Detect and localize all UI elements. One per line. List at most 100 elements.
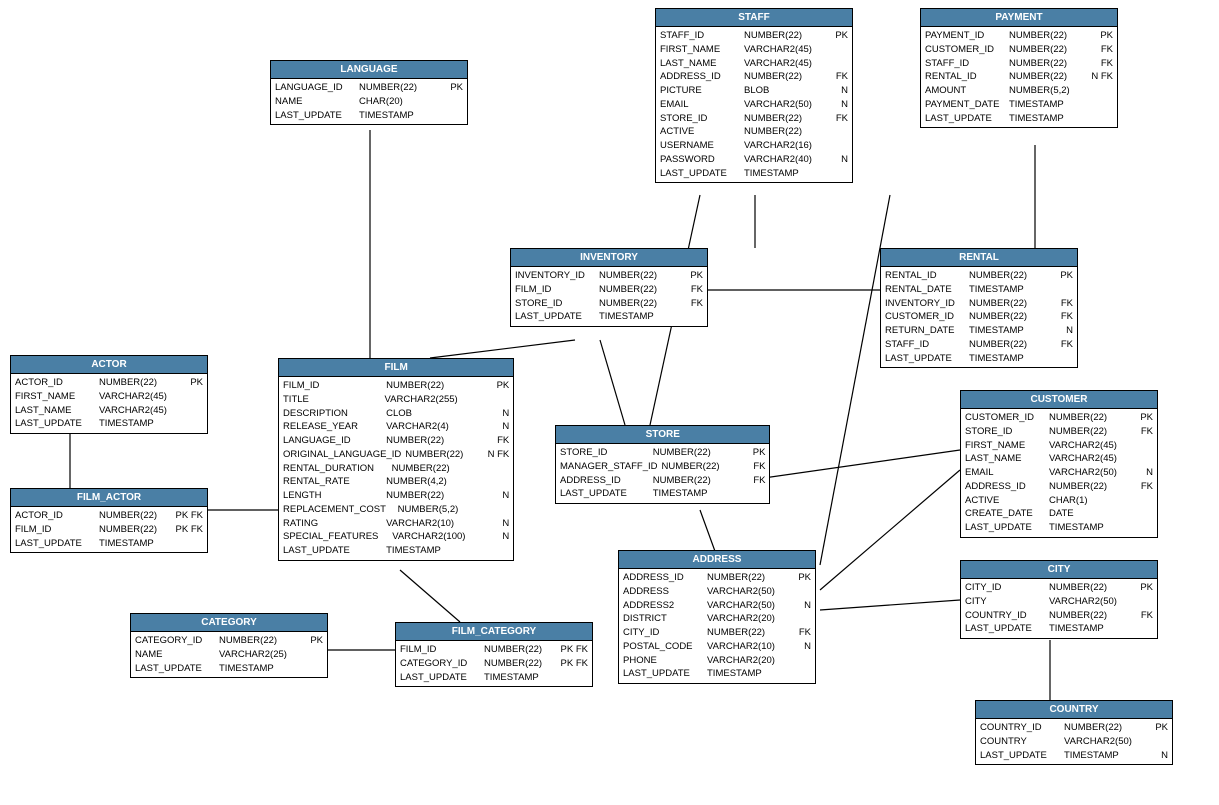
table-header-category: CATEGORY (131, 614, 327, 632)
field-type: NUMBER(22) (386, 489, 456, 503)
field-type: VARCHAR2(16) (744, 139, 814, 153)
field-key: FK (818, 70, 848, 84)
field-row: STORE_IDNUMBER(22)PK (560, 446, 765, 460)
field-key (1083, 84, 1113, 98)
field-row: ADDRESS_IDNUMBER(22)FK (660, 70, 848, 84)
field-key: N (479, 517, 509, 531)
field-row: FIRST_NAMEVARCHAR2(45) (660, 43, 848, 57)
table-header-store: STORE (556, 426, 769, 444)
table-body-film: FILM_IDNUMBER(22)PKTITLEVARCHAR2(255)DES… (279, 377, 513, 560)
table-header-rental: RENTAL (881, 249, 1077, 267)
table-payment: PAYMENTPAYMENT_IDNUMBER(22)PKCUSTOMER_ID… (920, 8, 1118, 128)
table-body-film_actor: ACTOR_IDNUMBER(22)PK FKFILM_IDNUMBER(22)… (11, 507, 207, 552)
field-type: NUMBER(22) (484, 657, 554, 671)
field-key: N (1138, 749, 1168, 763)
field-key: FK (1043, 338, 1073, 352)
field-key: FK (1123, 609, 1153, 623)
field-type: VARCHAR2(45) (1049, 439, 1119, 453)
field-row: LAST_UPDATETIMESTAMP (15, 417, 203, 431)
field-name: STORE_ID (965, 425, 1045, 439)
field-type: NUMBER(22) (99, 509, 169, 523)
field-type: NUMBER(22) (1009, 43, 1079, 57)
field-name: LAST_UPDATE (135, 662, 215, 676)
field-type: NUMBER(22) (969, 297, 1039, 311)
field-type: VARCHAR2(255) (385, 393, 458, 407)
field-name: ACTIVE (965, 494, 1045, 508)
field-key: N (479, 489, 509, 503)
table-rental: RENTALRENTAL_IDNUMBER(22)PKRENTAL_DATETI… (880, 248, 1078, 368)
field-type: NUMBER(22) (1049, 480, 1119, 494)
table-body-customer: CUSTOMER_IDNUMBER(22)PKSTORE_IDNUMBER(22… (961, 409, 1157, 537)
field-row: CITY_IDNUMBER(22)PK (965, 581, 1153, 595)
field-type: NUMBER(4,2) (386, 475, 456, 489)
field-row: ADDRESS2VARCHAR2(50)N (623, 599, 811, 613)
field-row: STAFF_IDNUMBER(22)FK (925, 57, 1113, 71)
table-staff: STAFFSTAFF_IDNUMBER(22)PKFIRST_NAMEVARCH… (655, 8, 853, 183)
field-key: PK FK (558, 657, 588, 671)
field-row: FIRST_NAMEVARCHAR2(45) (965, 439, 1153, 453)
field-type: NUMBER(22) (484, 643, 554, 657)
field-name: LAST_UPDATE (15, 537, 95, 551)
table-film: FILMFILM_IDNUMBER(22)PKTITLEVARCHAR2(255… (278, 358, 514, 561)
table-body-language: LANGUAGE_IDNUMBER(22)PKNAMECHAR(20)LAST_… (271, 79, 467, 124)
field-key: N FK (1083, 70, 1113, 84)
field-type: NUMBER(22) (1064, 721, 1134, 735)
field-type: TIMESTAMP (1009, 98, 1079, 112)
field-key (1083, 112, 1113, 126)
field-row: LAST_UPDATETIMESTAMP (135, 662, 323, 676)
field-row: COUNTRYVARCHAR2(50) (980, 735, 1168, 749)
field-row: RENTAL_RATE NUMBER(4,2) (283, 475, 509, 489)
field-type: NUMBER(22) (969, 269, 1039, 283)
field-name: DESCRIPTION (283, 407, 363, 421)
field-row: INVENTORY_IDNUMBER(22)PK (515, 269, 703, 283)
field-name: LAST_UPDATE (623, 667, 703, 681)
field-name: LAST_UPDATE (515, 310, 595, 324)
field-type: TIMESTAMP (359, 109, 429, 123)
field-type: VARCHAR2(50) (744, 98, 814, 112)
field-name: ADDRESS_ID (965, 480, 1045, 494)
field-type: TIMESTAMP (1049, 521, 1119, 535)
field-type: VARCHAR2(25) (219, 648, 289, 662)
field-name: RENTAL_RATE (283, 475, 363, 489)
field-name: RATING (283, 517, 363, 531)
field-name: STORE_ID (660, 112, 740, 126)
field-row: POSTAL_CODEVARCHAR2(10)N (623, 640, 811, 654)
field-key: N (818, 98, 848, 112)
field-name: LAST_UPDATE (965, 521, 1045, 535)
table-header-actor: ACTOR (11, 356, 207, 374)
field-type: NUMBER(22) (392, 462, 462, 476)
field-key: FK (735, 474, 765, 488)
field-type: TIMESTAMP (969, 324, 1039, 338)
field-row: STAFF_IDNUMBER(22)FK (885, 338, 1073, 352)
field-row: LAST_UPDATETIMESTAMP (623, 667, 811, 681)
field-type: VARCHAR2(45) (744, 43, 814, 57)
field-key (818, 139, 848, 153)
field-type: VARCHAR2(50) (1049, 595, 1119, 609)
field-row: DISTRICTVARCHAR2(20) (623, 612, 811, 626)
field-name: CITY_ID (965, 581, 1045, 595)
field-key (781, 612, 811, 626)
field-key: FK (1083, 57, 1113, 71)
field-key: N (781, 599, 811, 613)
field-type: VARCHAR2(50) (707, 599, 777, 613)
field-row: CUSTOMER_IDNUMBER(22)FK (885, 310, 1073, 324)
field-name: LAST_UPDATE (560, 487, 640, 501)
field-key (1043, 283, 1073, 297)
field-name: CUSTOMER_ID (925, 43, 1005, 57)
field-name: RENTAL_ID (885, 269, 965, 283)
field-row: RENTAL_DATETIMESTAMP (885, 283, 1073, 297)
field-key: PK (479, 379, 509, 393)
table-header-country: COUNTRY (976, 701, 1172, 719)
field-name: CUSTOMER_ID (885, 310, 965, 324)
field-row: PASSWORDVARCHAR2(40)N (660, 153, 848, 167)
table-header-address: ADDRESS (619, 551, 815, 569)
table-body-address: ADDRESS_IDNUMBER(22)PKADDRESSVARCHAR2(50… (619, 569, 815, 683)
field-key (1043, 352, 1073, 366)
field-key: N (781, 640, 811, 654)
field-type: VARCHAR2(4) (386, 420, 456, 434)
table-body-rental: RENTAL_IDNUMBER(22)PKRENTAL_DATETIMESTAM… (881, 267, 1077, 367)
field-name: CITY_ID (623, 626, 703, 640)
field-row: CITY_IDNUMBER(22)FK (623, 626, 811, 640)
field-key: FK (479, 434, 509, 448)
field-row: LAST_UPDATETIMESTAMP (400, 671, 588, 685)
